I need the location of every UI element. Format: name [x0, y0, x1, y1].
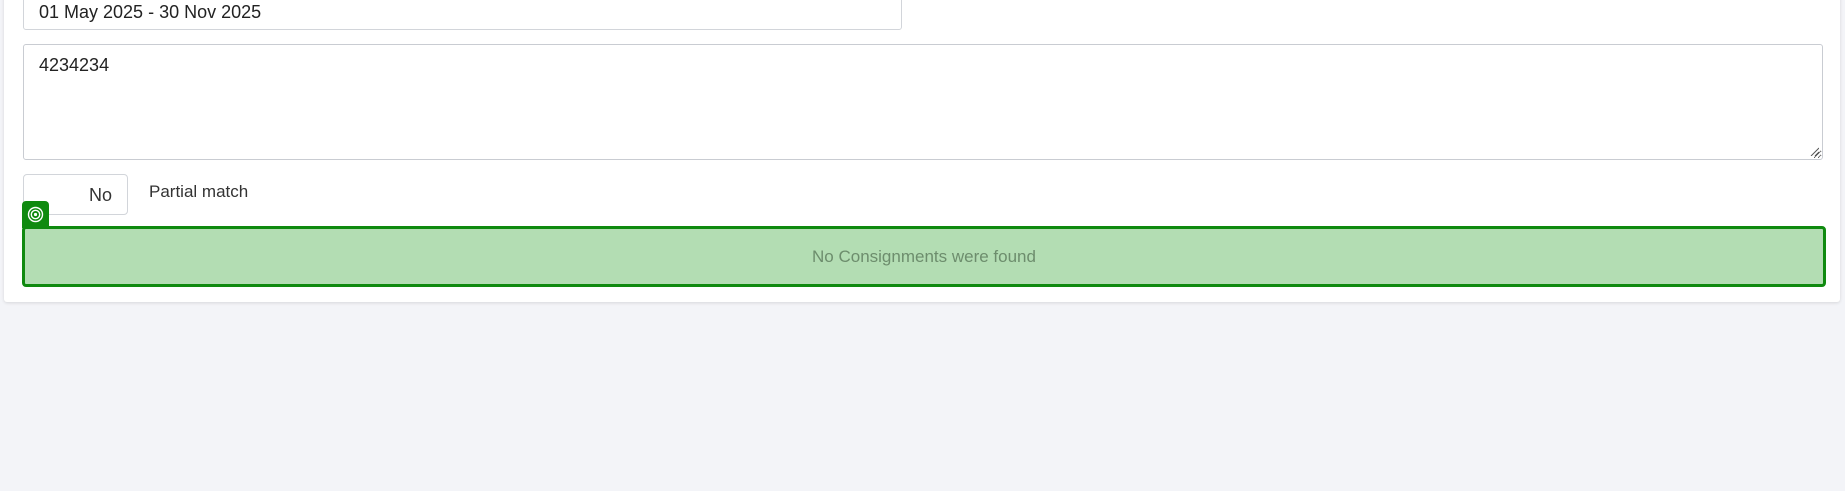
partial-match-toggle-value: No	[88, 185, 112, 205]
date-range-value: 01 May 2025 - 30 Nov 2025	[39, 2, 262, 22]
search-textarea[interactable]: 4234234	[23, 44, 1823, 160]
target-icon	[22, 201, 49, 228]
no-results-message: No Consignments were found	[812, 246, 1036, 266]
search-textarea-value: 4234234	[39, 55, 110, 75]
no-results-alert: No Consignments were found	[22, 226, 1826, 287]
date-range-input[interactable]: 01 May 2025 - 30 Nov 2025	[23, 0, 902, 30]
resize-handle-icon[interactable]	[1810, 147, 1819, 156]
partial-match-label: Partial match	[149, 182, 249, 201]
